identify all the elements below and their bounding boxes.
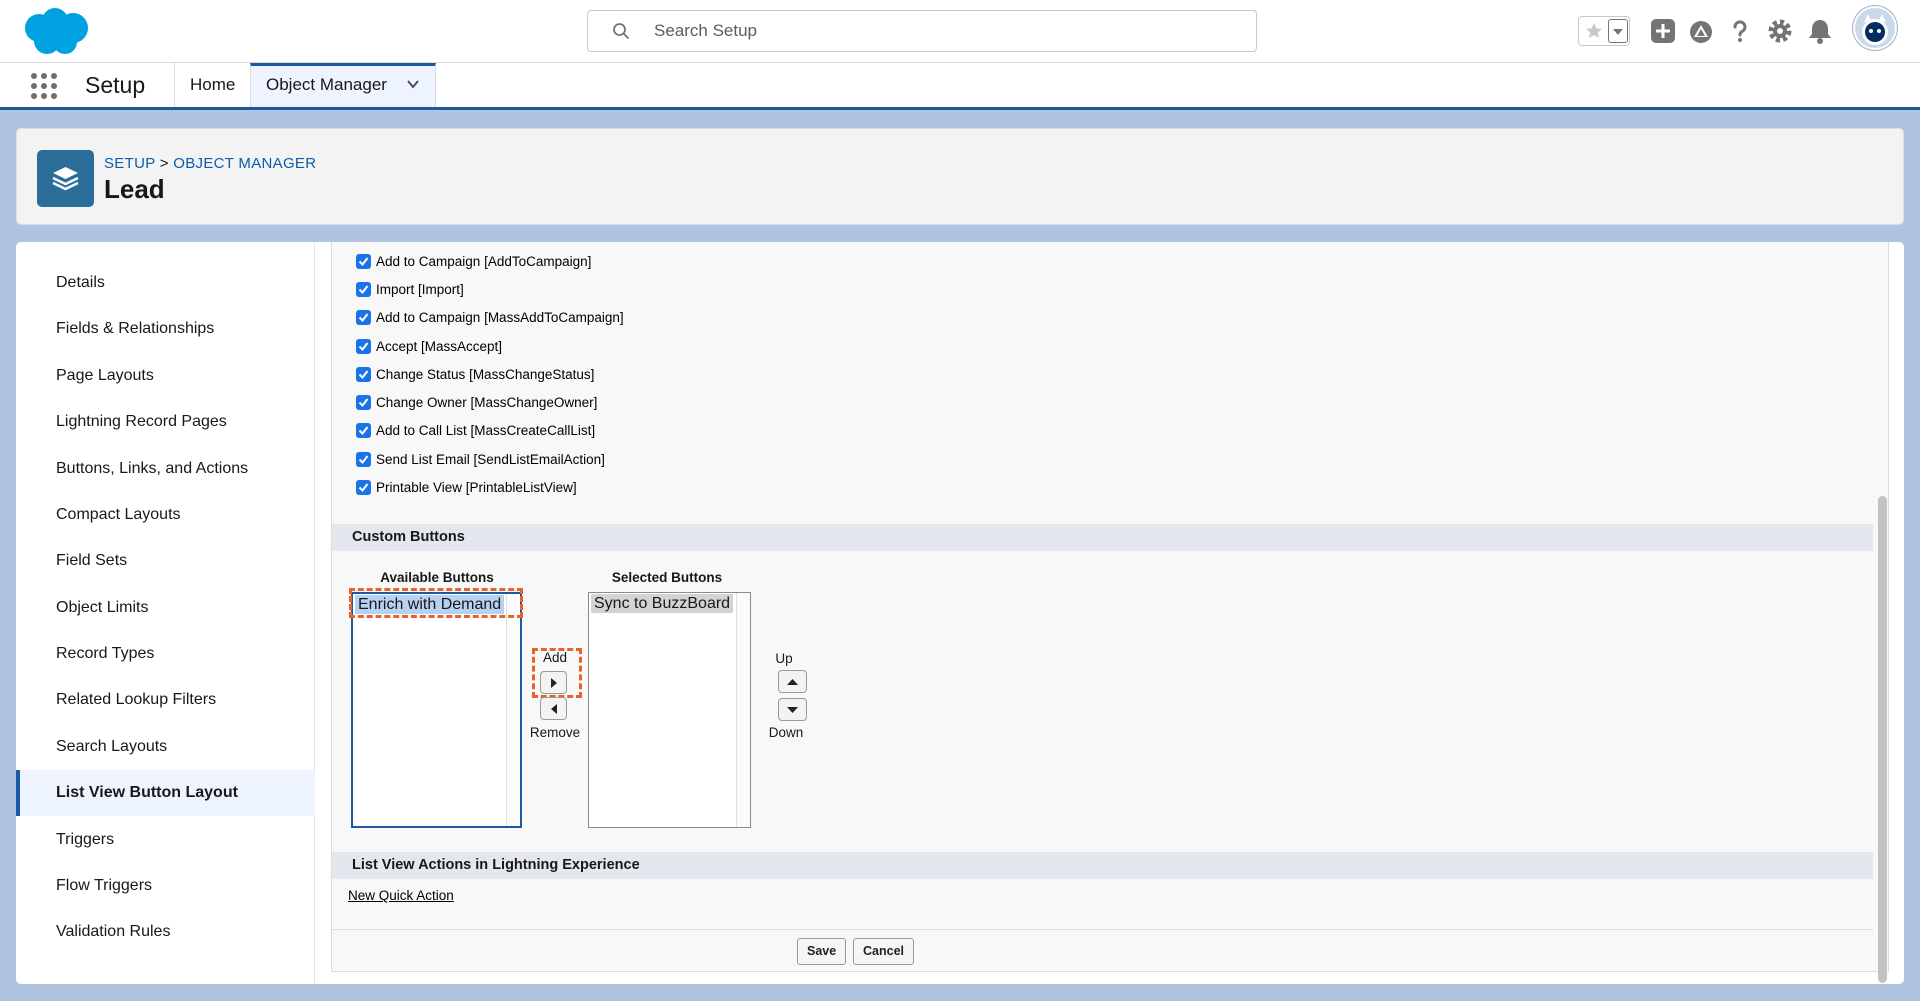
context-nav-bar: Setup Home Object Manager [0,63,1920,110]
tab-home[interactable]: Home [174,63,250,107]
page-scrollbar-thumb[interactable] [1878,496,1887,983]
breadcrumb-separator: > [159,155,169,172]
gear-icon[interactable] [1765,16,1795,46]
cancel-button[interactable]: Cancel [853,938,914,965]
arrow-left-icon [551,704,557,714]
app-launcher-icon[interactable] [30,72,58,100]
available-buttons-list[interactable]: Enrich with Demand [351,592,522,828]
favorites-group [1578,16,1630,46]
user-avatar[interactable] [1853,6,1897,50]
checkbox-label: Add to Call List [MassCreateCallList] [376,423,596,438]
search-input[interactable] [652,19,1232,43]
sidebar-item-object-limits[interactable]: Object Limits [16,585,315,631]
sidebar-item-details[interactable]: Details [16,260,315,306]
available-buttons-label: Available Buttons [380,570,494,585]
sidebar-item-lightning-record-pages[interactable]: Lightning Record Pages [16,399,315,445]
checkbox[interactable] [356,480,371,495]
list-scrollbar[interactable] [736,593,750,827]
remove-label: Remove [529,725,581,740]
sidebar-item-field-sets[interactable]: Field Sets [16,538,315,584]
checkbox-label: Add to Campaign [AddToCampaign] [376,254,592,269]
arrow-up-icon [787,679,798,685]
sidebar-item-record-types[interactable]: Record Types [16,631,315,677]
tab-object-manager[interactable]: Object Manager [250,63,436,107]
selected-button-option[interactable]: Sync to BuzzBoard [591,594,734,613]
breadcrumb-setup-link[interactable]: SETUP [104,155,155,172]
sidebar-item-buttons-links-actions[interactable]: Buttons, Links, and Actions [16,446,315,492]
checkbox[interactable] [356,367,371,382]
checkbox-label: Printable View [PrintableListView] [376,480,577,495]
arrow-down-icon [787,707,798,713]
tab-object-manager-label: Object Manager [266,75,387,94]
list-view-button-layout-editor: Add to Campaign [AddToCampaign] Import [… [331,242,1889,972]
object-sidebar-nav: Details Fields & Relationships Page Layo… [16,242,315,984]
notifications-bell-icon[interactable] [1805,16,1835,46]
checkbox[interactable] [356,282,371,297]
checkbox-label: Add to Campaign [MassAddToCampaign] [376,310,624,325]
breadcrumb-object-manager-link[interactable]: OBJECT MANAGER [173,155,316,172]
sidebar-item-search-layouts[interactable]: Search Layouts [16,724,315,770]
lightning-actions-section-header: List View Actions in Lightning Experienc… [332,852,1873,879]
move-down-button[interactable] [778,698,807,721]
highlight-box-available-option [349,588,523,618]
checkbox-label: Accept [MassAccept] [376,339,503,354]
checkbox[interactable] [356,339,371,354]
global-create-icon[interactable] [1648,16,1678,46]
checkbox-label: Import [Import] [376,282,464,297]
trailhead-icon[interactable] [1686,16,1716,46]
sidebar-item-triggers[interactable]: Triggers [16,817,315,863]
selected-buttons-label: Selected Buttons [611,570,723,585]
astro-avatar-icon [1862,14,1888,45]
highlight-box-add-button [532,648,582,698]
object-layers-icon [37,150,94,207]
sidebar-item-list-view-button-layout[interactable]: List View Button Layout [16,770,315,816]
custom-buttons-section-header: Custom Buttons [332,524,1873,551]
chevron-down-icon[interactable] [406,77,420,91]
global-header [0,0,1920,63]
sidebar-item-validation-rules[interactable]: Validation Rules [16,909,315,955]
checkbox[interactable] [356,423,371,438]
checkbox-label: Send List Email [SendListEmailAction] [376,452,605,467]
caret-down-icon [1613,29,1623,35]
sidebar-item-fields-relationships[interactable]: Fields & Relationships [16,306,315,352]
help-icon[interactable] [1725,16,1755,46]
checkbox-label: Change Status [MassChangeStatus] [376,367,595,382]
tab-home-label: Home [190,75,236,94]
star-icon[interactable] [1584,21,1604,41]
sidebar-item-compact-layouts[interactable]: Compact Layouts [16,492,315,538]
selected-buttons-list[interactable]: Sync to BuzzBoard [588,592,751,828]
breadcrumb: SETUP > OBJECT MANAGER [104,155,316,172]
page-header: SETUP > OBJECT MANAGER Lead [16,128,1904,225]
save-button[interactable]: Save [797,938,847,965]
list-scrollbar[interactable] [506,594,520,826]
checkbox[interactable] [356,395,371,410]
sidebar-item-flow-triggers[interactable]: Flow Triggers [16,863,315,909]
move-up-button[interactable] [778,670,807,693]
page-title: Lead [104,174,165,204]
favorites-dropdown-button[interactable] [1608,19,1628,43]
checkbox[interactable] [356,254,371,269]
search-setup-box[interactable] [587,10,1257,52]
sidebar-item-page-layouts[interactable]: Page Layouts [16,353,315,399]
search-icon [613,23,629,39]
page-scrollbar[interactable] [1878,256,1887,984]
new-quick-action-link[interactable]: New Quick Action [348,888,454,903]
footer-divider [332,929,1873,930]
salesforce-cloud-logo[interactable] [19,7,92,56]
main-card: Details Fields & Relationships Page Layo… [16,242,1904,984]
app-name: Setup [85,72,146,98]
remove-button[interactable] [540,697,567,720]
sidebar-item-related-lookup-filters[interactable]: Related Lookup Filters [16,677,315,723]
checkbox[interactable] [356,310,371,325]
checkbox[interactable] [356,452,371,467]
up-label: Up [775,651,793,666]
checkbox-label: Change Owner [MassChangeOwner] [376,395,598,410]
down-label: Down [768,725,804,740]
